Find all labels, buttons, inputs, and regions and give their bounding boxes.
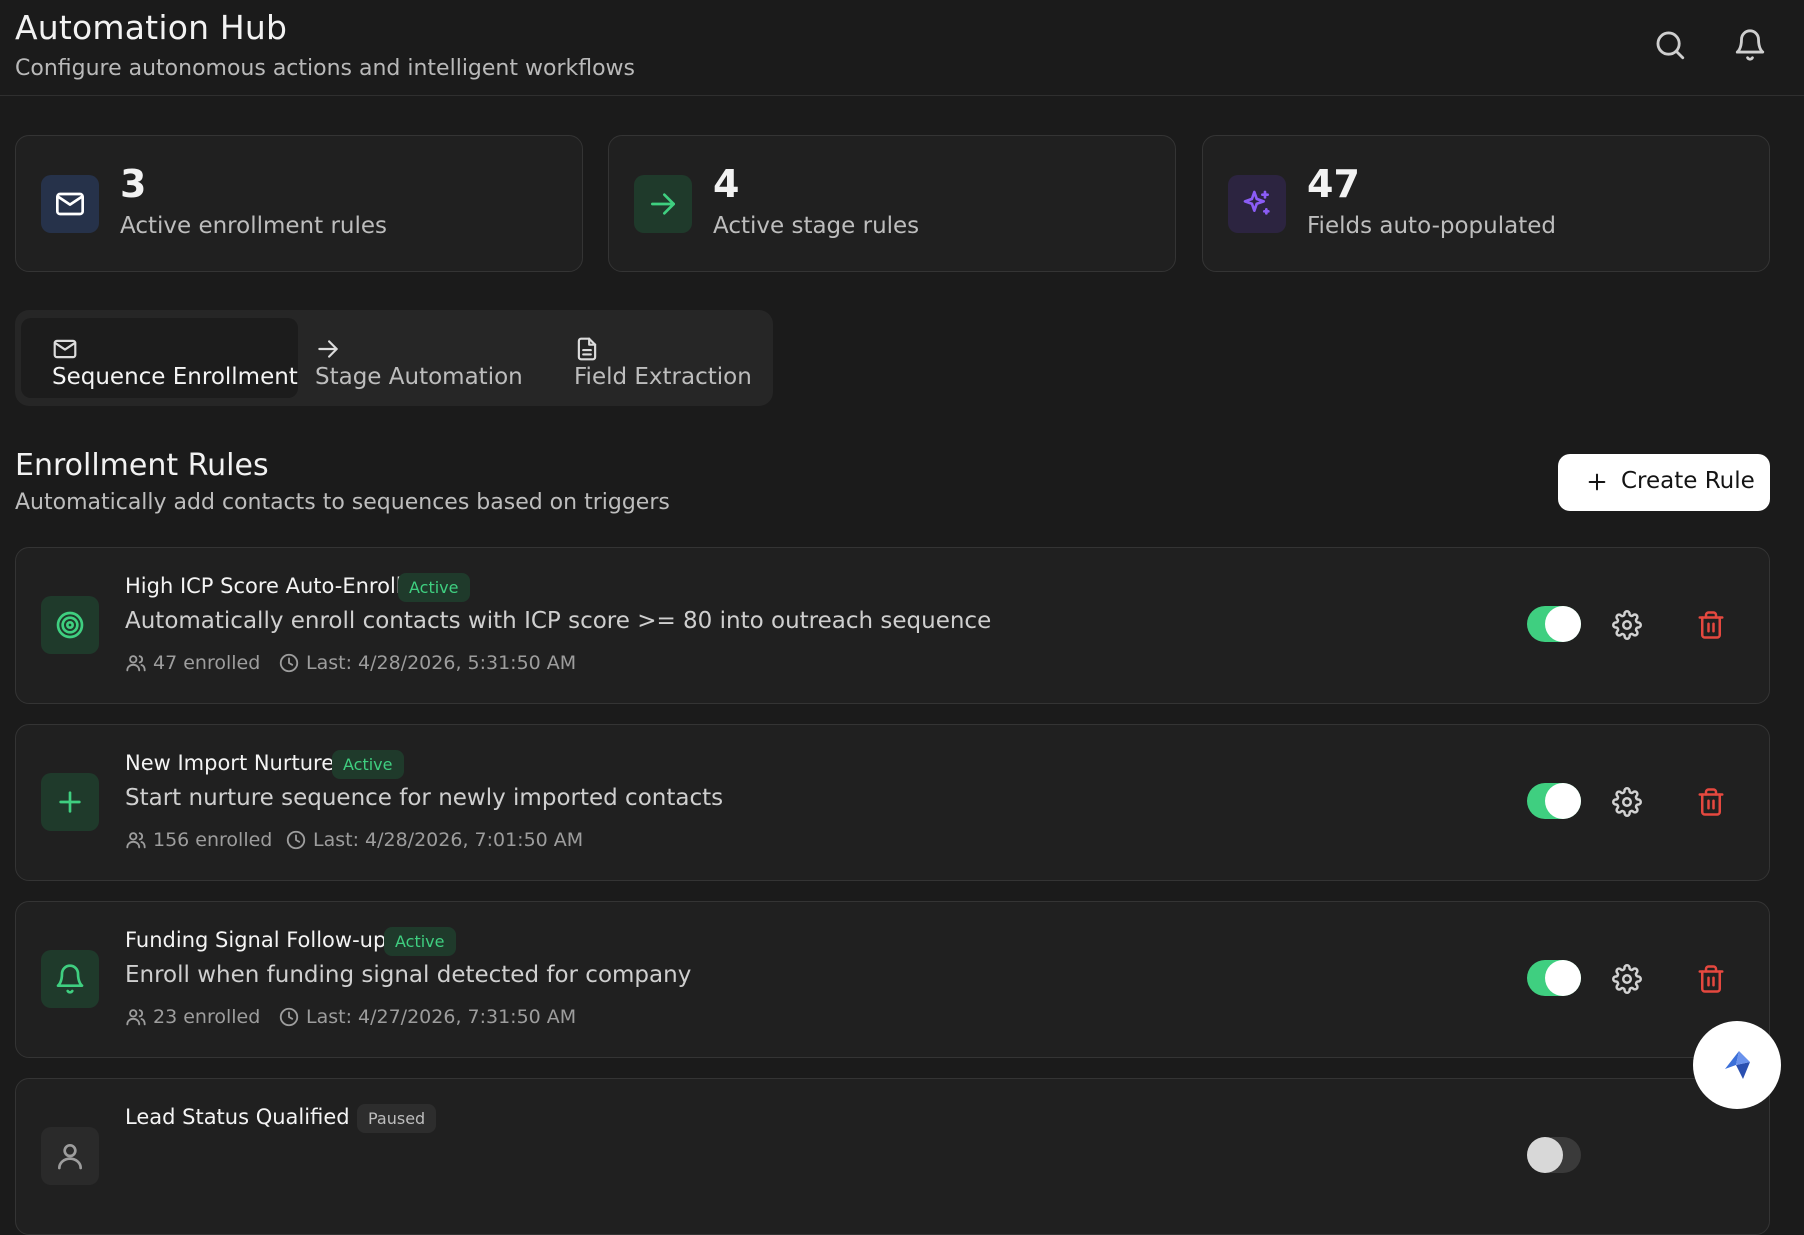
tab-sequence-enrollment[interactable]: Sequence Enrollment (21, 318, 298, 398)
page-header: Automation Hub Configure autonomous acti… (0, 0, 1804, 96)
automation-tabs: Sequence Enrollment Stage Automation Fie… (15, 310, 773, 406)
users-icon (125, 652, 147, 674)
target-icon (41, 596, 99, 654)
tab-field-extraction[interactable]: Field Extraction (542, 318, 767, 398)
mail-icon (41, 175, 99, 233)
delete-icon[interactable] (1696, 964, 1726, 994)
enrolled-count: 23 enrolled (153, 1006, 261, 1028)
stat-card-fields: 47 Fields auto-populated (1202, 135, 1770, 272)
clock-icon (278, 652, 300, 674)
user-icon (41, 1127, 99, 1185)
last-run: Last: 4/28/2026, 7:01:50 AM (313, 829, 584, 851)
stat-label: Fields auto-populated (1307, 213, 1556, 239)
rule-toggle[interactable] (1527, 1137, 1581, 1173)
bell-icon (41, 950, 99, 1008)
section-description: Automatically add contacts to sequences … (15, 490, 670, 515)
create-rule-button[interactable]: Create Rule (1558, 454, 1770, 511)
page-title: Automation Hub (15, 8, 288, 47)
stat-card-enrollment: 3 Active enrollment rules (15, 135, 583, 272)
enrolled-count: 47 enrolled (153, 652, 261, 674)
stat-value: 47 (1307, 162, 1360, 206)
clock-icon (278, 1006, 300, 1028)
rule-card: Lead Status Qualified Paused (15, 1078, 1770, 1235)
arrow-right-icon (634, 175, 692, 233)
rule-toggle[interactable] (1527, 606, 1581, 642)
status-badge: Paused (357, 1104, 437, 1133)
rule-toggle[interactable] (1527, 960, 1581, 996)
gear-icon[interactable] (1612, 964, 1642, 994)
plus-icon (1586, 471, 1608, 493)
page-subtitle: Configure autonomous actions and intelli… (15, 56, 636, 81)
tab-label: Sequence Enrollment (52, 364, 298, 390)
status-badge: Active (398, 573, 470, 602)
users-icon (125, 1006, 147, 1028)
status-badge: Active (332, 750, 404, 779)
create-rule-label: Create Rule (1621, 468, 1755, 494)
tab-label: Field Extraction (574, 364, 752, 390)
rule-name: High ICP Score Auto-Enroll (125, 574, 402, 598)
tab-label: Stage Automation (315, 364, 523, 390)
rule-name: Funding Signal Follow-up (125, 928, 387, 952)
plus-icon (41, 773, 99, 831)
gear-icon[interactable] (1612, 610, 1642, 640)
stat-value: 4 (713, 162, 740, 206)
last-run: Last: 4/27/2026, 7:31:50 AM (306, 1006, 577, 1028)
search-icon[interactable] (1653, 28, 1687, 62)
status-badge: Active (384, 927, 456, 956)
delete-icon[interactable] (1696, 610, 1726, 640)
rule-toggle[interactable] (1527, 783, 1581, 819)
rule-card: New Import Nurture Active Start nurture … (15, 724, 1770, 881)
rule-description: Start nurture sequence for newly importe… (125, 785, 724, 811)
last-run: Last: 4/28/2026, 5:31:50 AM (306, 652, 577, 674)
sparkles-icon (1228, 175, 1286, 233)
mail-icon (52, 336, 78, 362)
assistant-logo-icon[interactable] (1693, 1021, 1781, 1109)
document-icon (574, 336, 600, 362)
stat-value: 3 (120, 162, 147, 206)
stat-label: Active stage rules (713, 213, 920, 239)
rule-card: Funding Signal Follow-up Active Enroll w… (15, 901, 1770, 1058)
section-title: Enrollment Rules (15, 448, 269, 483)
users-icon (125, 829, 147, 851)
rule-name: New Import Nurture (125, 751, 335, 775)
stat-label: Active enrollment rules (120, 213, 388, 239)
rule-card: High ICP Score Auto-Enroll Active Automa… (15, 547, 1770, 704)
bell-icon[interactable] (1733, 28, 1767, 62)
rule-name: Lead Status Qualified (125, 1105, 350, 1129)
rule-description: Automatically enroll contacts with ICP s… (125, 608, 992, 634)
stat-card-stage: 4 Active stage rules (608, 135, 1176, 272)
arrow-right-icon (315, 336, 341, 362)
rule-description: Enroll when funding signal detected for … (125, 962, 692, 988)
gear-icon[interactable] (1612, 787, 1642, 817)
clock-icon (285, 829, 307, 851)
enrolled-count: 156 enrolled (153, 829, 273, 851)
tab-stage-automation[interactable]: Stage Automation (300, 318, 540, 398)
delete-icon[interactable] (1696, 787, 1726, 817)
